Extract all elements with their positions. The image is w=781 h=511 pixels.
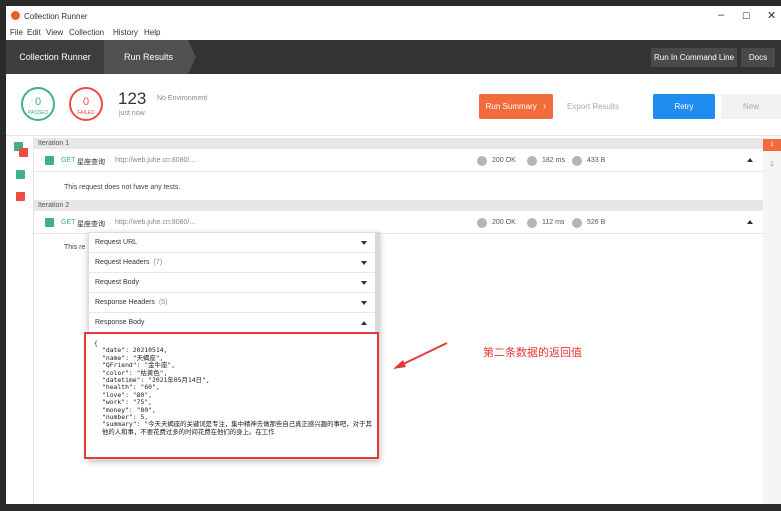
response-body-item[interactable]: Response Body: [89, 313, 379, 333]
response-headers-item[interactable]: Response Headers (5): [89, 293, 379, 313]
run-time: just now: [119, 110, 145, 117]
close-button[interactable]: ✕: [767, 9, 776, 22]
run-summary-label: Run Summary: [485, 102, 537, 111]
menu-collection[interactable]: Collection: [69, 28, 104, 37]
failed-label: FAILED: [77, 110, 95, 116]
run-summary-button[interactable]: Run Summary ›: [479, 94, 553, 119]
iteration-header: Iteration 2: [34, 200, 763, 211]
request-method: GET: [61, 157, 76, 164]
chevron-right-icon: ›: [543, 101, 547, 112]
passed-count: 0: [34, 96, 42, 108]
iteration-index-rail: 1 2: [763, 136, 781, 504]
size-dot-icon: [572, 218, 582, 228]
request-url: http://web.juhe.cn:8080/...: [115, 219, 196, 226]
request-headers-item[interactable]: Request Headers (7): [89, 253, 379, 273]
response-status: 200 OK: [492, 219, 516, 226]
collapse-caret-icon[interactable]: [747, 158, 753, 162]
menu-edit[interactable]: Edit: [27, 28, 41, 37]
request-headers-count: (7): [153, 259, 163, 266]
response-headers-count: (5): [158, 299, 168, 306]
pass-status-icon: [45, 156, 54, 165]
chevron-down-icon: [361, 241, 367, 245]
request-url-item[interactable]: Request URL: [89, 233, 379, 253]
menu-history[interactable]: History: [113, 28, 138, 37]
response-size: 526 B: [587, 219, 606, 226]
json-summary-line: "summary": "今天天蝎座的关键词是专注，集中精神去做那些自己真正感兴趣…: [102, 420, 372, 436]
annotation-arrow-icon: [393, 342, 448, 369]
request-url: http://web.juhe.cn:8080/...: [115, 157, 196, 164]
pass-status-icon: [45, 218, 54, 227]
iteration-header: Iteration 1: [34, 138, 763, 149]
request-name: 星座查询: [77, 159, 105, 166]
minimize-button[interactable]: –: [718, 9, 724, 21]
time-dot-icon: [527, 218, 537, 228]
tab-run-results[interactable]: Run Results: [104, 40, 188, 74]
app-window: Collection Runner – ☐ ✕ File Edit View C…: [6, 6, 781, 504]
postman-logo-icon: [11, 11, 20, 20]
failed-counter: 0 FAILED: [69, 87, 103, 121]
tab-bar: Collection Runner Run Results Run In Com…: [6, 40, 781, 74]
maximize-button[interactable]: ☐: [742, 11, 750, 22]
status-dot-icon: [477, 218, 487, 228]
request-body-item[interactable]: Request Body: [89, 273, 379, 293]
response-size: 433 B: [587, 157, 606, 164]
retry-button[interactable]: Retry: [653, 94, 715, 119]
request-row[interactable]: GET 星座查询 http://web.juhe.cn:8080/... 200…: [34, 150, 763, 172]
passed-label: PASSED: [28, 110, 48, 116]
chevron-up-icon: [361, 321, 367, 325]
response-body-label: Response Body: [95, 319, 145, 326]
breadcrumb-chevron-icon: [188, 40, 196, 74]
chevron-down-icon: [361, 281, 367, 285]
run-summary-panel: 0 PASSED 0 FAILED 123 just now No Enviro…: [6, 74, 781, 136]
environment-label: No Environment: [157, 95, 208, 102]
iteration-index-active[interactable]: 1: [763, 139, 781, 151]
iteration-index[interactable]: 2: [763, 162, 781, 168]
new-button[interactable]: New: [721, 94, 781, 119]
docs-button[interactable]: Docs: [741, 48, 775, 67]
response-body-highlight: { "date": 20210514, "name": "天蝎座", "QFri…: [84, 332, 379, 459]
response-status: 200 OK: [492, 157, 516, 164]
annotation-label: 第二条数据的返回值: [483, 347, 582, 359]
status-square-fail[interactable]: [19, 148, 28, 157]
menu-bar: File Edit View Collection History Help: [6, 27, 781, 40]
failed-count: 0: [82, 96, 90, 108]
window-title: Collection Runner: [24, 12, 88, 21]
time-dot-icon: [527, 156, 537, 166]
collapse-caret-icon[interactable]: [747, 220, 753, 224]
response-time: 112 ms: [542, 219, 565, 226]
menu-view[interactable]: View: [46, 28, 63, 37]
request-method: GET: [61, 219, 76, 226]
run-in-command-line-button[interactable]: Run In Command Line: [651, 48, 737, 67]
title-bar: Collection Runner – ☐ ✕: [6, 6, 781, 27]
request-name: 星座查询: [77, 221, 105, 228]
dropdown-scrollbar[interactable]: [375, 233, 380, 333]
no-tests-message: This re: [64, 244, 86, 251]
response-time: 182 ms: [542, 157, 565, 164]
status-square-pass[interactable]: [16, 170, 25, 179]
size-dot-icon: [572, 156, 582, 166]
request-body-label: Request Body: [95, 279, 139, 286]
run-id: 123: [118, 89, 147, 108]
chevron-down-icon: [361, 301, 367, 305]
passed-counter: 0 PASSED: [21, 87, 55, 121]
request-headers-label: Request Headers: [95, 259, 150, 266]
chevron-down-icon: [361, 261, 367, 265]
request-url-label: Request URL: [95, 239, 138, 246]
menu-help[interactable]: Help: [144, 28, 160, 37]
iteration-rail: [6, 136, 34, 504]
request-row[interactable]: GET 星座查询 http://web.juhe.cn:8080/... 200…: [34, 212, 763, 234]
export-results-button[interactable]: Export Results: [557, 94, 629, 119]
response-headers-label: Response Headers: [95, 299, 155, 306]
status-square-fail[interactable]: [16, 192, 25, 201]
results-list: Iteration 1 GET 星座查询 http://web.juhe.cn:…: [34, 136, 763, 504]
tab-collection-runner[interactable]: Collection Runner: [6, 40, 104, 74]
menu-file[interactable]: File: [10, 28, 23, 37]
no-tests-message: This request does not have any tests.: [64, 184, 181, 191]
status-dot-icon: [477, 156, 487, 166]
